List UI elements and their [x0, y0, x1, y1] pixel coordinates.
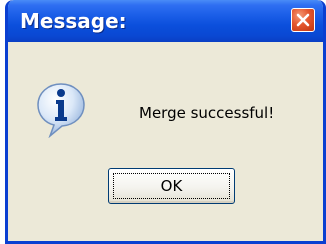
ok-button-label: OK: [113, 173, 230, 199]
title-bar[interactable]: Message:: [8, 0, 323, 42]
info-icon: [37, 83, 85, 138]
window-title: Message:: [20, 9, 127, 33]
message-text: Merge successful!: [139, 104, 275, 122]
close-icon: [296, 13, 310, 27]
dialog-body: Merge successful! OK: [8, 42, 323, 241]
message-dialog: Message: Merge successful! OK: [5, 0, 326, 244]
close-button[interactable]: [291, 8, 315, 32]
ok-button[interactable]: OK: [108, 168, 235, 204]
